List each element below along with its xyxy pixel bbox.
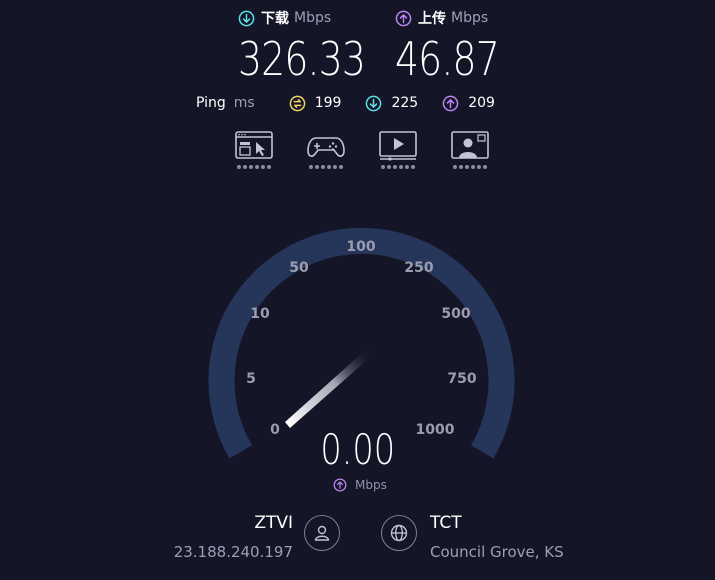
current-speed-text: 0.00 [320, 425, 395, 474]
tick-500: 500 [441, 306, 470, 322]
upload-circle-icon [333, 478, 347, 492]
isp-button[interactable] [304, 515, 340, 551]
current-speed-value: 0.00 [0, 425, 715, 474]
current-speed-unit-row: Mbps [333, 478, 387, 492]
server-name[interactable]: TCT [430, 513, 462, 533]
user-icon [314, 525, 330, 541]
server-location: Council Grove, KS [430, 543, 564, 561]
server-button[interactable] [381, 515, 417, 551]
tick-10: 10 [250, 306, 270, 322]
tick-250: 250 [404, 260, 433, 276]
tick-100: 100 [346, 239, 375, 255]
speed-gauge: 0 5 10 50 100 250 500 750 1000 [208, 227, 515, 459]
isp-ip: 23.188.240.197 [173, 543, 293, 561]
tick-50: 50 [289, 260, 309, 276]
tick-5: 5 [246, 371, 256, 387]
current-speed-unit: Mbps [355, 478, 387, 492]
tick-750: 750 [447, 371, 476, 387]
gauge-track [208, 227, 515, 459]
isp-name: ZTVI [254, 513, 293, 533]
gauge-needle [285, 346, 376, 428]
globe-icon [390, 524, 408, 542]
